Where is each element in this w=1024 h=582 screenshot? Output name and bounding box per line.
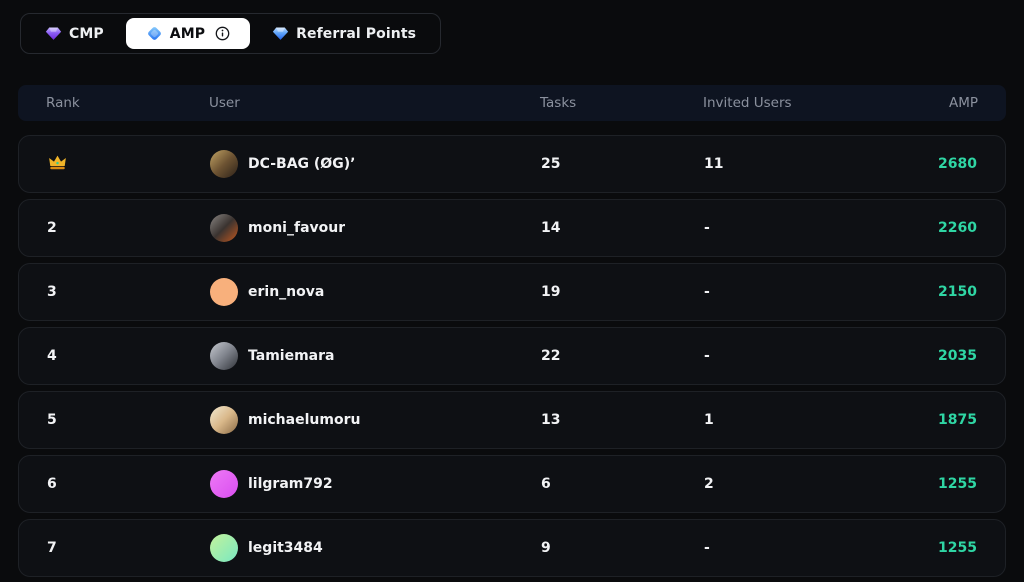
rank-cell: 2 (47, 220, 57, 236)
avatar (210, 342, 238, 370)
tasks-cell: 13 (541, 412, 561, 428)
table-row: 3 erin_nova 19 - 2150 (18, 263, 1006, 321)
amp-cell: 1255 (938, 476, 977, 492)
tab-referral-points[interactable]: Referral Points (252, 18, 436, 49)
invited-cell: 11 (704, 156, 724, 172)
user-cell: moni_favour (210, 214, 541, 242)
header-amp: AMP (948, 95, 978, 111)
amp-cell: 2680 (938, 156, 977, 172)
username: lilgram792 (248, 476, 333, 492)
username: michaelumoru (248, 412, 361, 428)
amp-cell: 1255 (938, 540, 977, 556)
table-row: 7 legit3484 9 - 1255 (18, 519, 1006, 577)
table-row: DC-BAG (ØG)ʼ 25 11 2680 (18, 135, 1006, 193)
amp-cell: 2150 (938, 284, 977, 300)
header-rank: Rank (46, 95, 80, 111)
tasks-cell: 22 (541, 348, 561, 364)
amp-cell: 1875 (938, 412, 977, 428)
avatar (210, 470, 238, 498)
table-row: 2 moni_favour 14 - 2260 (18, 199, 1006, 257)
user-cell: lilgram792 (210, 470, 541, 498)
invited-cell: 2 (704, 476, 714, 492)
header-invited-users: Invited Users (703, 95, 792, 111)
table-row: 6 lilgram792 6 2 1255 (18, 455, 1006, 513)
invited-cell: - (704, 284, 710, 300)
table-row: 4 Tamiemara 22 - 2035 (18, 327, 1006, 385)
rank-cell: 4 (47, 348, 57, 364)
invited-cell: - (704, 220, 710, 236)
username: legit3484 (248, 540, 323, 556)
invited-cell: - (704, 348, 710, 364)
avatar (210, 406, 238, 434)
tasks-cell: 19 (541, 284, 561, 300)
user-cell: michaelumoru (210, 406, 541, 434)
tab-amp[interactable]: AMP (125, 18, 251, 49)
tasks-cell: 6 (541, 476, 551, 492)
avatar (210, 278, 238, 306)
username: moni_favour (248, 220, 346, 236)
invited-cell: 1 (704, 412, 714, 428)
username: DC-BAG (ØG)ʼ (248, 156, 356, 172)
leaderboard-rows: DC-BAG (ØG)ʼ 25 11 2680 2 moni_favour 14… (18, 135, 1006, 577)
user-cell: DC-BAG (ØG)ʼ (210, 150, 541, 178)
rank-cell: 5 (47, 412, 57, 428)
user-cell: Tamiemara (210, 342, 541, 370)
points-tab-bar: CMP AMP Referral Points (20, 13, 442, 54)
user-cell: erin_nova (210, 278, 541, 306)
avatar (210, 214, 238, 242)
invited-cell: - (704, 540, 710, 556)
rank-cell: 3 (47, 284, 57, 300)
tab-cmp[interactable]: CMP (25, 18, 124, 49)
table-header: Rank User Tasks Invited Users AMP (18, 85, 1006, 121)
blue-gem-icon (146, 25, 163, 42)
leaderboard-page: CMP AMP Referral Points Rank User Tasks … (0, 0, 1024, 577)
info-icon[interactable] (215, 26, 230, 41)
tab-cmp-label: CMP (69, 25, 104, 42)
rank-cell: 7 (47, 540, 57, 556)
tasks-cell: 9 (541, 540, 551, 556)
tab-amp-label: AMP (169, 25, 206, 42)
header-tasks: Tasks (540, 95, 577, 111)
blue-gem-icon (272, 25, 289, 42)
tasks-cell: 14 (541, 220, 561, 236)
amp-cell: 2035 (938, 348, 977, 364)
user-cell: legit3484 (210, 534, 541, 562)
header-user: User (209, 95, 240, 111)
rank-cell: 6 (47, 476, 57, 492)
avatar (210, 150, 238, 178)
tab-referral-label: Referral Points (296, 25, 417, 42)
purple-gem-icon (45, 25, 62, 42)
rank-cell (47, 154, 210, 175)
username: Tamiemara (248, 348, 335, 364)
avatar (210, 534, 238, 562)
tasks-cell: 25 (541, 156, 561, 172)
crown-icon (48, 154, 67, 171)
amp-cell: 2260 (938, 220, 977, 236)
table-row: 5 michaelumoru 13 1 1875 (18, 391, 1006, 449)
username: erin_nova (248, 284, 325, 300)
